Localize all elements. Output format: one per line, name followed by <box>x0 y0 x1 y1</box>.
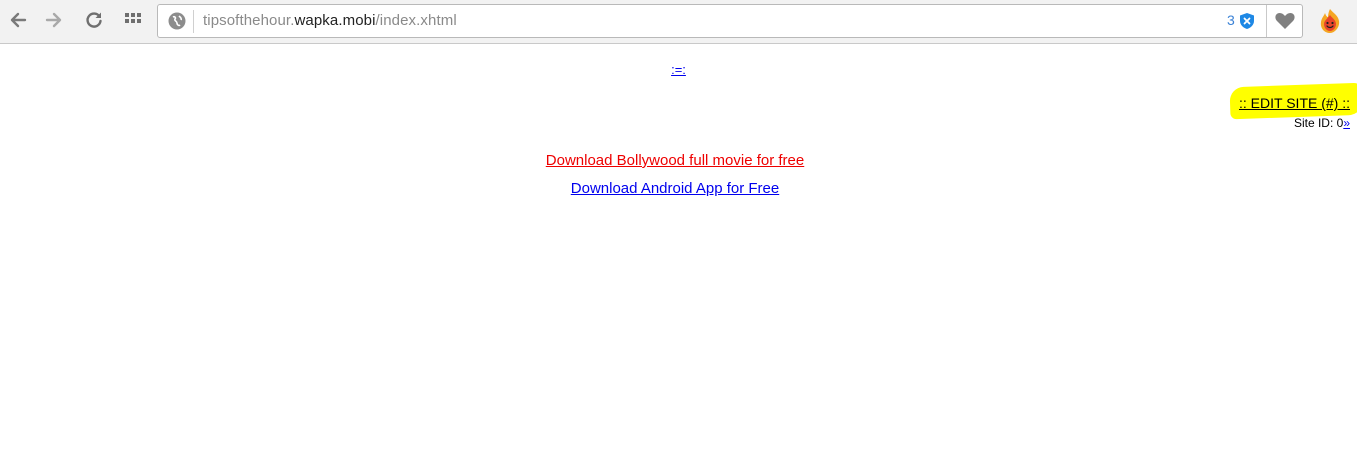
site-info-icon[interactable] <box>167 11 187 31</box>
android-link-row: Download Android App for Free <box>0 180 1350 197</box>
url-prefix: tipsofthehour. <box>203 12 295 29</box>
bollywood-link-row: Download Bollywood full movie for free <box>0 152 1350 169</box>
bookmark-button[interactable] <box>1266 5 1302 37</box>
site-id-line: Site ID: 0» <box>1294 116 1350 130</box>
extension-badge-count[interactable]: 3 <box>1227 12 1235 28</box>
address-bar[interactable]: tipsofthehour.wapka.mobi/index.xhtml 3 <box>157 4 1303 38</box>
heart-icon <box>1274 12 1295 29</box>
bollywood-movie-link[interactable]: Download Bollywood full movie for free <box>546 152 804 169</box>
back-button[interactable] <box>7 9 29 31</box>
edit-site-area: :: EDIT SITE (#) :: <box>1229 82 1357 120</box>
top-menu-link[interactable]: :=: <box>671 62 686 77</box>
hola-flame-icon[interactable] <box>1318 8 1342 34</box>
apps-button[interactable] <box>122 9 144 31</box>
browser-toolbar: tipsofthehour.wapka.mobi/index.xhtml 3 <box>0 0 1357 44</box>
reload-icon <box>86 12 102 28</box>
url-path: /index.xhtml <box>375 12 457 29</box>
url-text[interactable]: tipsofthehour.wapka.mobi/index.xhtml <box>203 12 457 29</box>
back-arrow-icon <box>10 12 27 28</box>
page-content: :=: :: EDIT SITE (#) :: Site ID: 0» Down… <box>0 45 1357 454</box>
url-host: wapka.mobi <box>294 12 376 29</box>
site-id-label: Site ID: 0 <box>1293 116 1344 130</box>
apps-grid-icon <box>125 13 141 23</box>
address-separator <box>193 10 194 33</box>
reload-button[interactable] <box>83 9 105 31</box>
edit-site-link[interactable]: :: EDIT SITE (#) :: <box>1239 95 1350 111</box>
shield-icon[interactable] <box>1239 12 1255 30</box>
forward-arrow-icon <box>45 12 62 28</box>
top-menu-link-row: :=: <box>0 62 1357 77</box>
forward-button[interactable] <box>43 9 65 31</box>
android-app-link[interactable]: Download Android App for Free <box>571 180 779 197</box>
site-id-link[interactable]: » <box>1343 116 1350 130</box>
